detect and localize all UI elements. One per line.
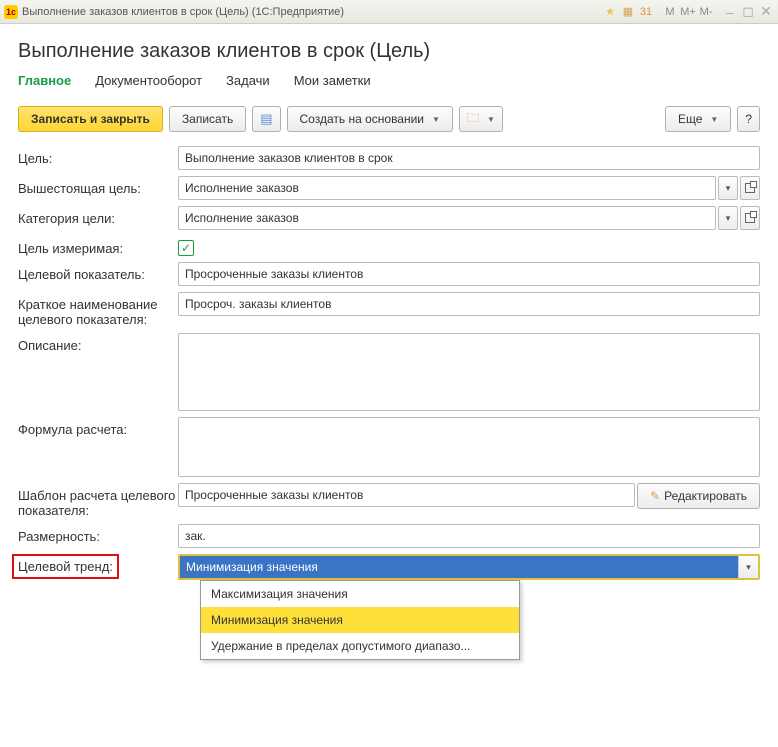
trend-label-highlight: Целевой тренд: <box>12 554 119 579</box>
trend-option-min[interactable]: Минимизация значения <box>201 607 519 633</box>
titlebar: 1c Выполнение заказов клиентов в срок (Ц… <box>0 0 778 24</box>
form: Цель: Выполнение заказов клиентов в срок… <box>18 146 760 580</box>
create-based-label: Создать на основании <box>300 112 425 126</box>
description-textarea[interactable] <box>178 333 760 411</box>
toolbar: Записать и закрыть Записать ▤ Создать на… <box>18 106 760 132</box>
document-icon-button[interactable]: ▤ <box>252 106 280 132</box>
indicator-input[interactable]: Просроченные заказы клиентов <box>178 262 760 286</box>
more-button[interactable]: Еще ▼ <box>665 106 731 132</box>
create-based-button[interactable]: Создать на основании ▼ <box>287 106 453 132</box>
trend-value: Минимизация значения <box>180 556 738 578</box>
save-button[interactable]: Записать <box>169 106 246 132</box>
open-icon <box>745 213 755 223</box>
pencil-icon: ✎ <box>650 489 660 503</box>
window-title: Выполнение заказов клиентов в срок (Цель… <box>22 6 344 18</box>
dimension-input[interactable]: зак. <box>178 524 760 548</box>
trend-select[interactable]: Минимизация значения ▾ <box>178 554 760 580</box>
chevron-down-icon: ▼ <box>487 115 495 124</box>
app-icon: 1c <box>4 5 18 19</box>
short-name-label: Краткое наименование целевого показателя… <box>18 292 178 327</box>
measurable-label: Цель измеримая: <box>18 236 178 256</box>
dropdown-button[interactable]: ▾ <box>718 206 738 230</box>
tab-tasks[interactable]: Задачи <box>226 73 270 92</box>
memory-mplus-icon[interactable]: М+ <box>680 4 696 20</box>
trend-option-range[interactable]: Удержание в пределах допустимого диапазо… <box>201 633 519 659</box>
attach-button[interactable]: 🗀 ▼ <box>459 106 503 132</box>
goal-label: Цель: <box>18 146 178 166</box>
page-title: Выполнение заказов клиентов в срок (Цель… <box>18 40 760 63</box>
chevron-down-icon: ▼ <box>432 115 440 124</box>
parent-goal-input[interactable]: Исполнение заказов <box>178 176 716 200</box>
chevron-down-icon[interactable]: ▾ <box>738 556 758 578</box>
template-input[interactable]: Просроченные заказы клиентов <box>178 483 635 507</box>
edit-template-button[interactable]: ✎ Редактировать <box>637 483 760 509</box>
trend-label: Целевой тренд: <box>18 554 178 574</box>
category-input[interactable]: Исполнение заказов <box>178 206 716 230</box>
open-button[interactable] <box>740 206 760 230</box>
description-label: Описание: <box>18 333 178 353</box>
goal-input[interactable]: Выполнение заказов клиентов в срок <box>178 146 760 170</box>
favorite-icon[interactable]: ★ <box>602 4 618 20</box>
formula-label: Формула расчета: <box>18 417 178 437</box>
close-icon[interactable]: ✕ <box>758 4 774 20</box>
memory-mminus-icon[interactable]: М- <box>698 4 714 20</box>
category-label: Категория цели: <box>18 206 178 226</box>
chevron-down-icon: ▼ <box>710 115 718 124</box>
open-button[interactable] <box>740 176 760 200</box>
trend-option-max[interactable]: Максимизация значения <box>201 581 519 607</box>
measurable-checkbox[interactable]: ✓ <box>178 240 194 256</box>
memory-m-icon[interactable]: М <box>662 4 678 20</box>
formula-textarea[interactable] <box>178 417 760 477</box>
tab-main[interactable]: Главное <box>18 73 71 92</box>
tab-notes[interactable]: Мои заметки <box>294 73 371 92</box>
indicator-label: Целевой показатель: <box>18 262 178 282</box>
tabs: Главное Документооборот Задачи Мои замет… <box>18 73 760 92</box>
minimize-icon[interactable]: – <box>722 4 738 20</box>
short-name-input[interactable]: Просроч. заказы клиентов <box>178 292 760 316</box>
document-icon: ▤ <box>260 111 272 127</box>
open-icon <box>745 183 755 193</box>
edit-label: Редактировать <box>664 489 747 503</box>
folder-icon: 🗀 <box>467 109 479 130</box>
tab-docflow[interactable]: Документооборот <box>95 73 202 92</box>
calculator-icon[interactable]: ▦ <box>620 4 636 20</box>
calendar-icon[interactable]: 31 <box>638 4 654 20</box>
dropdown-button[interactable]: ▾ <box>718 176 738 200</box>
dimension-label: Размерность: <box>18 524 178 544</box>
save-and-close-button[interactable]: Записать и закрыть <box>18 106 163 132</box>
maximize-icon[interactable]: ◻ <box>740 4 756 20</box>
parent-goal-label: Вышестоящая цель: <box>18 176 178 196</box>
help-button[interactable]: ? <box>737 106 760 132</box>
template-label: Шаблон расчета целевого показателя: <box>18 483 178 518</box>
more-label: Еще <box>678 112 702 126</box>
trend-dropdown-list: Максимизация значения Минимизация значен… <box>200 580 520 660</box>
